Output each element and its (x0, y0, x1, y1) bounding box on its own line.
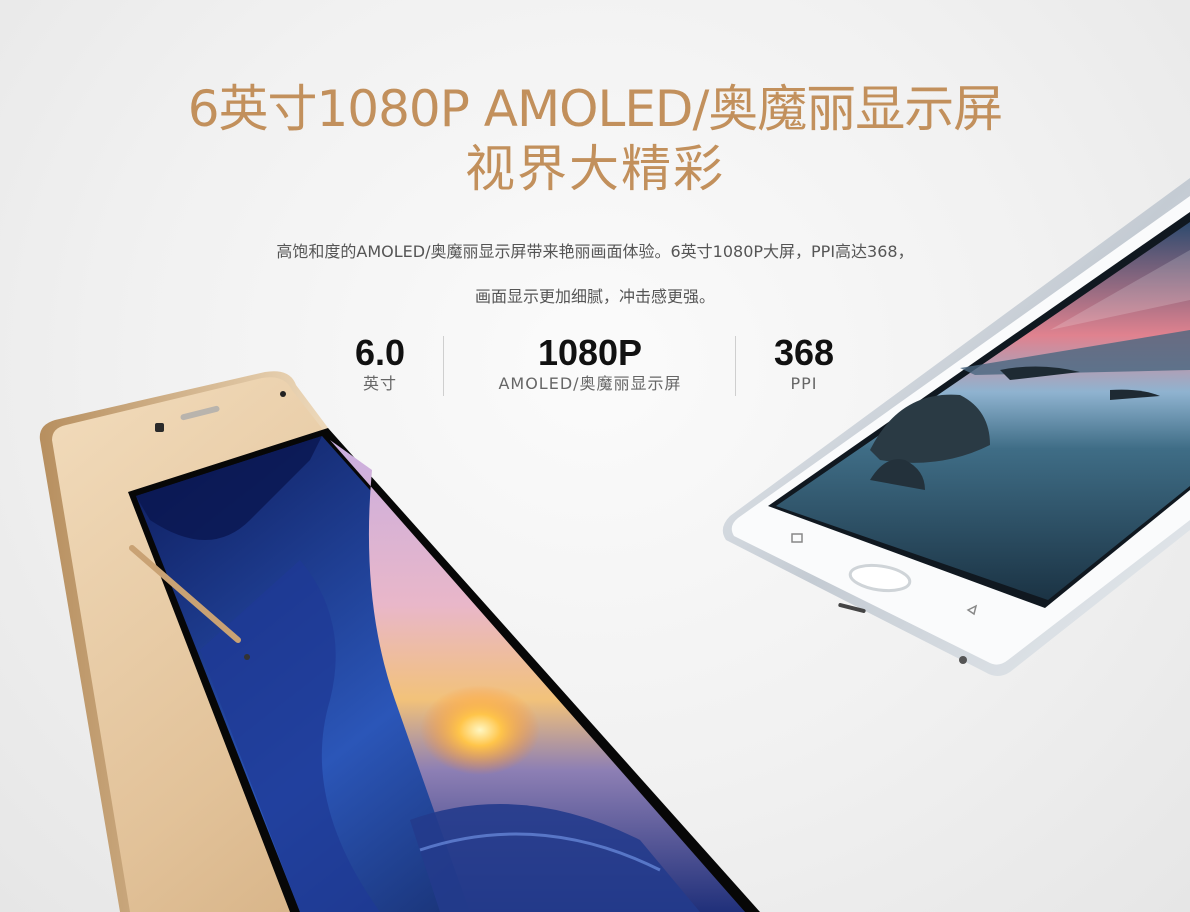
spec-resolution: 1080P AMOLED/奥魔丽显示屏 (470, 332, 710, 394)
spec-label: PPI (790, 374, 818, 393)
description-line-1: 高饱和度的AMOLED/奥魔丽显示屏带来艳丽画面体验。6英寸1080P大屏，PP… (276, 242, 914, 261)
spec-label: AMOLED/奥魔丽显示屏 (498, 374, 682, 393)
page-title-line-1: 6英寸1080P AMOLED/奥魔丽显示屏 (187, 80, 1004, 138)
description-line-2: 画面显示更加细腻，冲击感更强。 (474, 287, 715, 306)
spec-divider (443, 336, 444, 396)
page-title-line-2: 视界大精彩 (465, 140, 725, 198)
spec-divider (735, 336, 736, 396)
spec-ppi: 368 PPI (754, 332, 854, 394)
gold-phone (39, 371, 760, 912)
spec-screen-size: 6.0 英寸 (330, 332, 430, 394)
spec-value: 368 (773, 332, 835, 373)
spec-value: 6.0 (354, 332, 406, 373)
spec-value: 1080P (537, 332, 643, 373)
spec-label: 英寸 (362, 374, 397, 393)
